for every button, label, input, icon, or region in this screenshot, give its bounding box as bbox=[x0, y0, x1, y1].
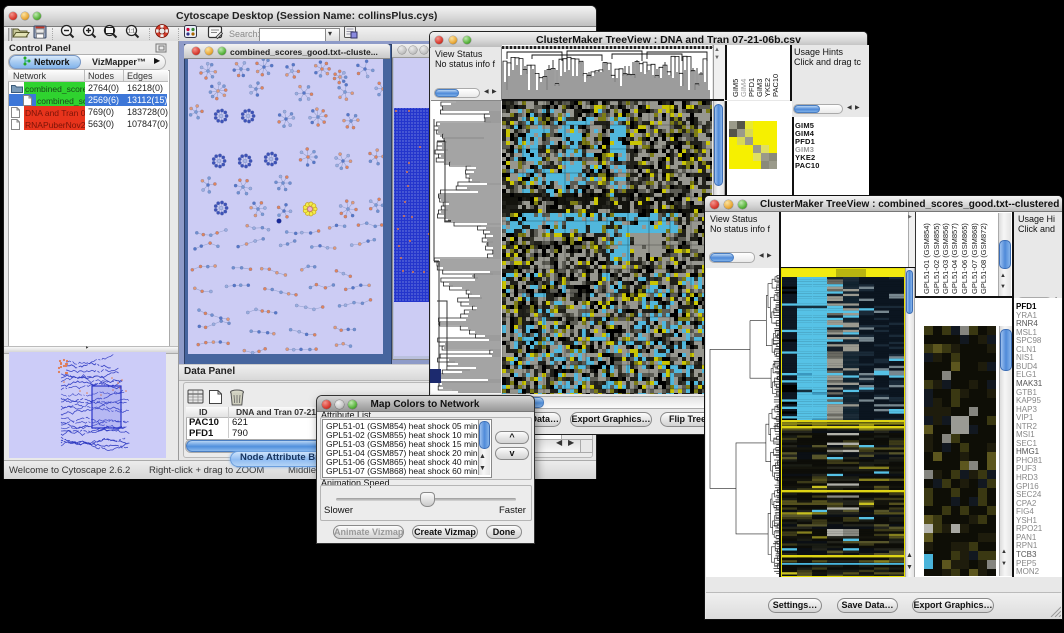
svg-text:1:1: 1:1 bbox=[128, 29, 135, 35]
